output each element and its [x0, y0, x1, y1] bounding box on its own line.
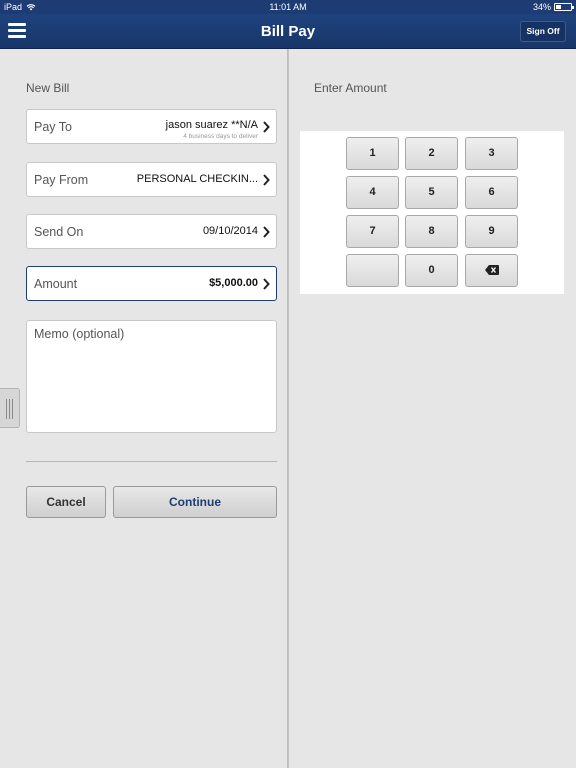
memo-field[interactable]: Memo (optional)	[26, 320, 277, 433]
chevron-right-icon	[263, 278, 270, 290]
memo-placeholder: Memo (optional)	[34, 327, 125, 341]
key-5[interactable]: 5	[405, 176, 458, 209]
key-8[interactable]: 8	[405, 215, 458, 248]
new-bill-heading: New Bill	[26, 81, 70, 95]
drawer-handle[interactable]	[0, 388, 20, 428]
form-divider	[26, 461, 277, 462]
key-6[interactable]: 6	[465, 176, 518, 209]
battery-level	[556, 5, 561, 9]
pay-to-field[interactable]: Pay To jason suarez **N/A 4 business day…	[26, 109, 277, 144]
key-7[interactable]: 7	[346, 215, 399, 248]
key-blank[interactable]	[346, 254, 399, 287]
sign-off-button[interactable]: Sign Off	[520, 21, 566, 42]
chevron-right-icon	[263, 121, 270, 133]
pay-to-delivery-note: 4 business days to deliver	[183, 133, 258, 140]
chevron-right-icon	[263, 174, 270, 186]
page-title: Bill Pay	[260, 23, 316, 40]
send-on-label: Send On	[34, 225, 84, 239]
send-on-value: 09/10/2014	[202, 225, 258, 237]
number-keypad: 1 2 3 4 5 6 7 8 9 0	[300, 131, 564, 294]
status-right: 34%	[532, 2, 574, 12]
send-on-field[interactable]: Send On 09/10/2014	[26, 214, 277, 249]
status-bar: iPad 11:01 AM 34%	[0, 0, 576, 14]
amount-field[interactable]: Amount $5,000.00	[26, 266, 277, 301]
battery-icon	[554, 3, 574, 11]
key-2[interactable]: 2	[405, 137, 458, 170]
amount-value: $5,000.00	[209, 277, 258, 289]
chevron-right-icon	[263, 226, 270, 238]
key-3[interactable]: 3	[465, 137, 518, 170]
key-1[interactable]: 1	[346, 137, 399, 170]
backspace-icon	[484, 265, 499, 275]
enter-amount-heading: Enter Amount	[314, 81, 387, 95]
cancel-button[interactable]: Cancel	[26, 486, 106, 518]
pay-from-field[interactable]: Pay From PERSONAL CHECKIN...	[26, 162, 277, 197]
key-4[interactable]: 4	[346, 176, 399, 209]
key-0[interactable]: 0	[405, 254, 458, 287]
key-9[interactable]: 9	[465, 215, 518, 248]
pay-to-label: Pay To	[34, 120, 72, 134]
amount-label: Amount	[34, 277, 78, 291]
pay-from-label: Pay From	[34, 173, 89, 187]
continue-button[interactable]: Continue	[113, 486, 277, 518]
status-time: 11:01 AM	[269, 2, 307, 12]
nav-bar: Bill Pay Sign Off	[0, 14, 576, 49]
pay-from-value: PERSONAL CHECKIN...	[136, 173, 258, 185]
pay-to-value: jason suarez **N/A	[165, 119, 258, 131]
key-backspace[interactable]	[465, 254, 518, 287]
battery-percent: 34%	[532, 2, 551, 12]
